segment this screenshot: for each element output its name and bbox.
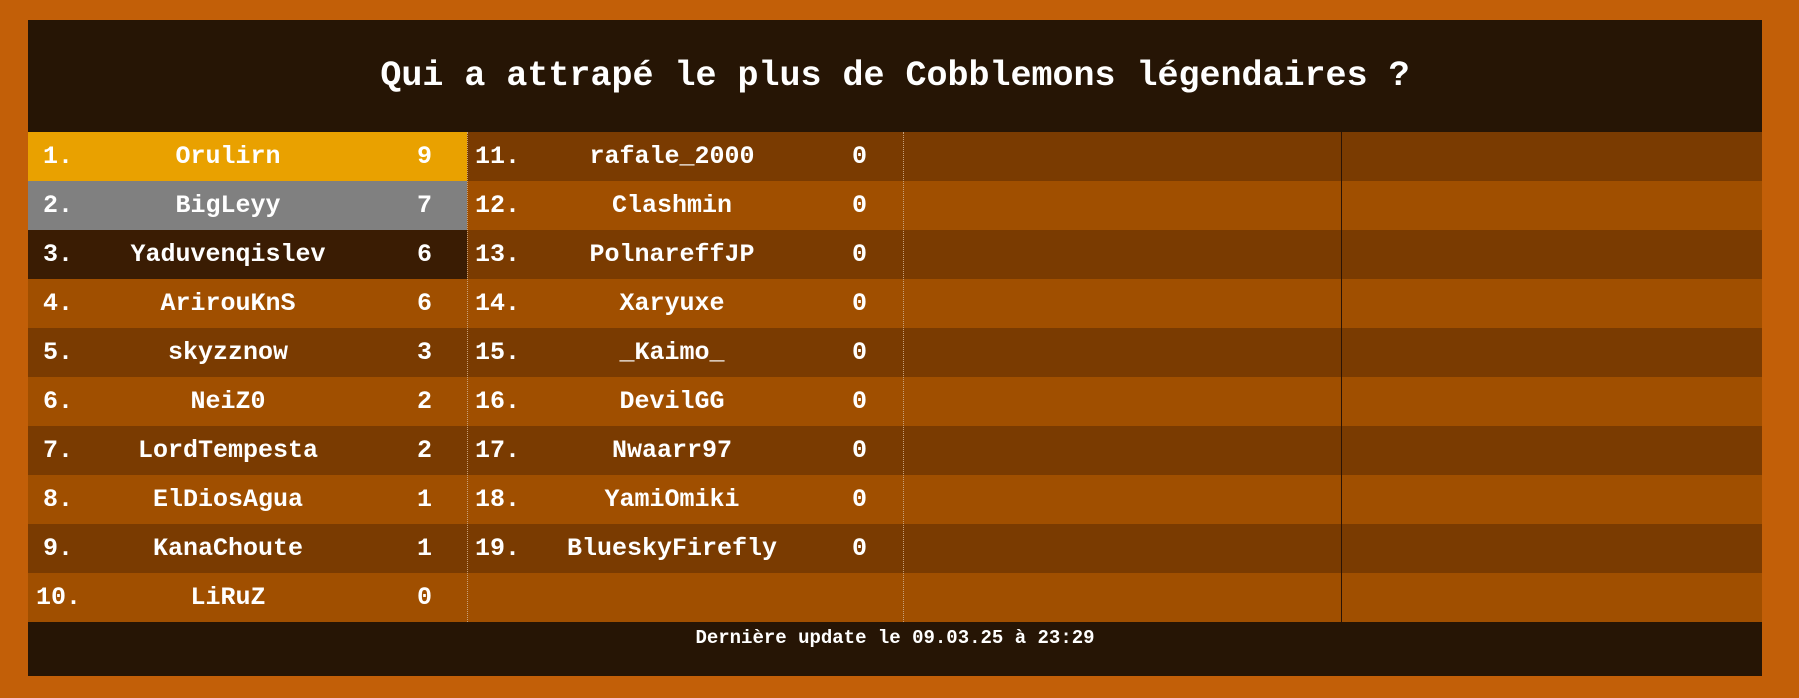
player-name: Clashmin	[611, 191, 733, 220]
score: 1	[417, 485, 433, 514]
rank: 18.	[475, 485, 521, 514]
list-item: 18. YamiOmiki 0	[467, 475, 903, 524]
score: 0	[852, 436, 868, 465]
list-item: 17. Nwaarr97 0	[467, 426, 903, 475]
player-name: rafale_2000	[589, 142, 755, 171]
score: 0	[852, 534, 868, 563]
score: 0	[852, 289, 868, 318]
rank: 13.	[475, 240, 521, 269]
player-name: YamiOmiki	[604, 485, 740, 514]
rank: 11.	[475, 142, 521, 171]
column-divider	[467, 132, 468, 622]
rank: 12.	[475, 191, 521, 220]
player-name: DevilGG	[619, 387, 725, 416]
score: 0	[852, 485, 868, 514]
rank: 5.	[43, 338, 74, 367]
list-item: 9. KanaChoute 1	[28, 524, 467, 573]
leaderboard-grid: 1. Orulirn 9 2. BigLeyy 7 3. Yaduvenqisl…	[28, 132, 1762, 622]
player-name: BigLeyy	[175, 191, 281, 220]
player-name: _Kaimo_	[619, 338, 725, 367]
player-name: KanaChoute	[152, 534, 304, 563]
score: 9	[417, 142, 433, 171]
last-update-text: Dernière update le 09.03.25 à 23:29	[695, 627, 1095, 649]
player-name: Xaryuxe	[619, 289, 725, 318]
rank: 16.	[475, 387, 521, 416]
score: 0	[852, 240, 868, 269]
score: 0	[852, 338, 868, 367]
list-item: 5. skyzznow 3	[28, 328, 467, 377]
player-name: PolnareffJP	[589, 240, 755, 269]
rank: 8.	[43, 485, 74, 514]
player-name: BlueskyFirefly	[566, 534, 778, 563]
player-name: skyzznow	[167, 338, 289, 367]
rank: 2.	[43, 191, 74, 220]
player-name: ArirouKnS	[160, 289, 296, 318]
list-item: 10. LiRuZ 0	[28, 573, 467, 622]
list-item: 8. ElDiosAgua 1	[28, 475, 467, 524]
score: 0	[417, 583, 433, 612]
list-item: 15. _Kaimo_ 0	[467, 328, 903, 377]
leaderboard-board: Qui a attrapé le plus de Cobblemons lége…	[28, 20, 1762, 676]
score: 3	[417, 338, 433, 367]
list-item: 12. Clashmin 0	[467, 181, 903, 230]
rank: 6.	[43, 387, 74, 416]
score: 0	[852, 142, 868, 171]
score: 2	[417, 387, 433, 416]
rank: 4.	[43, 289, 74, 318]
leaderboard-column-1: 1. Orulirn 9 2. BigLeyy 7 3. Yaduvenqisl…	[28, 132, 467, 622]
list-item: 3. Yaduvenqislev 6	[28, 230, 467, 279]
column-divider	[903, 132, 904, 622]
score: 6	[417, 289, 433, 318]
player-name: Orulirn	[175, 142, 281, 171]
leaderboard-column-2: 11. rafale_2000 0 12. Clashmin 0 13. Pol…	[467, 132, 903, 622]
rank: 10.	[36, 583, 82, 612]
rank: 17.	[475, 436, 521, 465]
score: 0	[852, 191, 868, 220]
rank: 15.	[475, 338, 521, 367]
score: 6	[417, 240, 433, 269]
score: 7	[417, 191, 433, 220]
rank: 9.	[43, 534, 74, 563]
list-item: 1. Orulirn 9	[28, 132, 467, 181]
player-name: Nwaarr97	[611, 436, 733, 465]
rank: 14.	[475, 289, 521, 318]
column-divider	[1341, 132, 1342, 622]
page-title: Qui a attrapé le plus de Cobblemons lége…	[380, 56, 1410, 96]
list-item: 14. Xaryuxe 0	[467, 279, 903, 328]
rank: 7.	[43, 436, 74, 465]
list-item: 2. BigLeyy 7	[28, 181, 467, 230]
list-item: 7. LordTempesta 2	[28, 426, 467, 475]
score: 0	[852, 387, 868, 416]
player-name: LordTempesta	[137, 436, 319, 465]
rank: 1.	[43, 142, 74, 171]
player-name: NeiZ0	[190, 387, 266, 416]
score: 1	[417, 534, 433, 563]
list-item: 16. DevilGG 0	[467, 377, 903, 426]
player-name: LiRuZ	[190, 583, 266, 612]
list-item: 11. rafale_2000 0	[467, 132, 903, 181]
list-item: 6. NeiZ0 2	[28, 377, 467, 426]
rank: 19.	[475, 534, 521, 563]
rank: 3.	[43, 240, 74, 269]
list-item: 13. PolnareffJP 0	[467, 230, 903, 279]
list-item: 4. ArirouKnS 6	[28, 279, 467, 328]
list-item: 19. BlueskyFirefly 0	[467, 524, 903, 573]
player-name: ElDiosAgua	[152, 485, 304, 514]
score: 2	[417, 436, 433, 465]
player-name: Yaduvenqislev	[130, 240, 326, 269]
